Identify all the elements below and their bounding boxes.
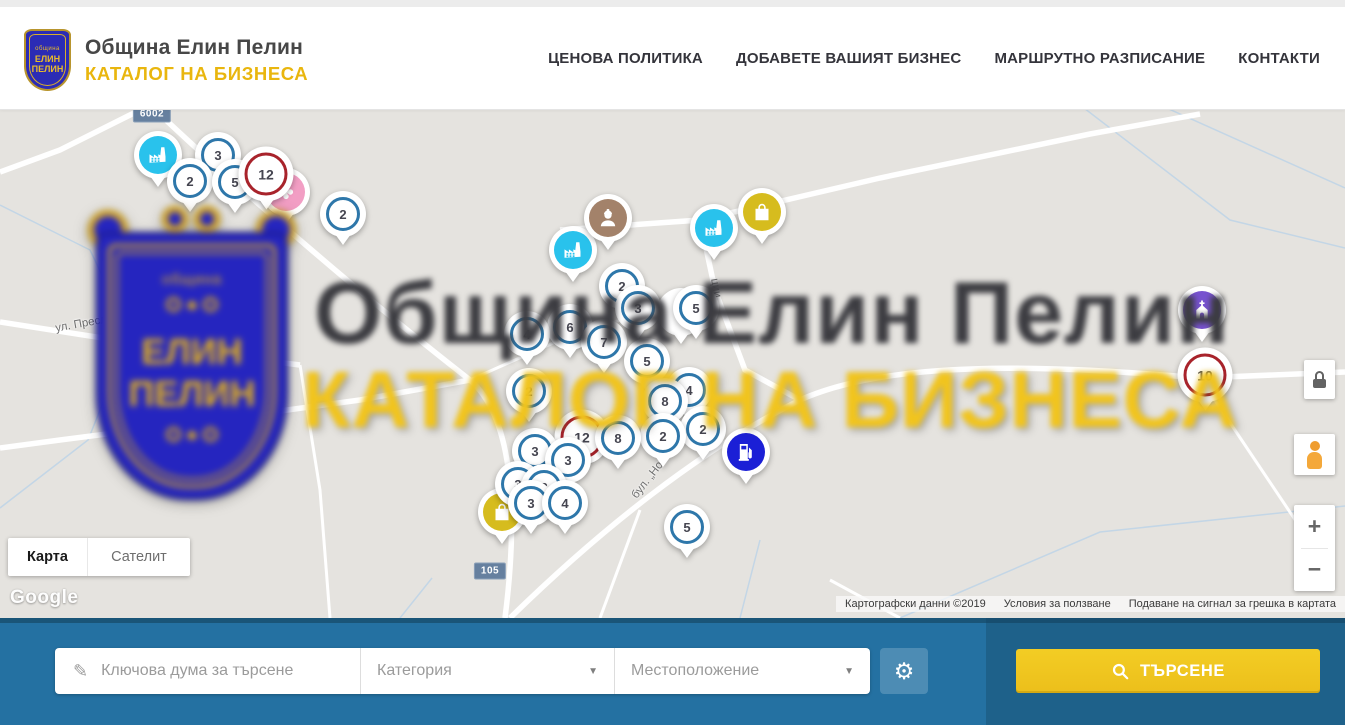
search-bar: ✎ Категория ▼ Местоположение ▼ ⚙ ТЪРСЕНЕ [0,618,1345,725]
location-select-value: Местоположение [631,662,759,680]
fuel-icon [727,433,765,471]
lock-icon [1315,371,1324,379]
map-zoom-control: + − [1294,505,1335,591]
keyword-field-wrap: ✎ [55,648,360,694]
cluster-count: 5 [670,510,704,544]
cluster-count: 2 [173,164,207,198]
pegman-icon [1310,441,1320,451]
attribution-link[interactable]: Подаване на сигнал за грешка в картата [1120,597,1345,611]
cluster-count: 7 [587,325,621,359]
cluster-marker[interactable]: 12 [239,147,294,202]
municipality-crest-icon: община ЕЛИН ПЕЛИН [24,29,71,91]
main-nav: ЦЕНОВА ПОЛИТИКА ДОБАВЕТЕ ВАШИЯТ БИЗНЕС МАР… [548,7,1320,109]
site-logo[interactable]: община ЕЛИН ПЕЛИН Община Елин Пелин КАТА… [24,29,308,91]
category-select-value: Категория [377,662,452,680]
site-header: община ЕЛИН ПЕЛИН Община Елин Пелин КАТА… [0,0,1345,110]
nav-item-add-business[interactable]: ДОБАВЕТЕ ВАШИЯТ БИЗНЕС [736,50,961,67]
cluster-count: 8 [601,421,635,455]
poi-marker-bag[interactable] [738,188,786,236]
cluster-count: 5 [630,344,664,378]
cluster-count: 4 [510,317,544,351]
cluster-marker[interactable]: 4 [542,480,588,526]
poi-marker-factory[interactable] [690,204,738,252]
map-canvas[interactable]: 6002105ул. Преславбул. „Новоселции 32512… [0,110,1345,618]
map-type-satellite-button[interactable]: Сателит [88,538,190,576]
cluster-marker[interactable]: 7 [581,319,627,365]
cluster-marker[interactable]: 8 [595,415,641,461]
zoom-out-button[interactable]: − [1294,549,1335,592]
map-type-control: Карта Сателит [8,538,190,576]
factory-icon [695,209,733,247]
factory-icon [554,231,592,269]
street-view-pegman-button[interactable] [1294,434,1335,475]
search-submit-button[interactable]: ТЪРСЕНЕ [1016,649,1320,693]
zoom-in-button[interactable]: + [1294,505,1335,548]
cluster-marker[interactable]: 2 [506,368,552,414]
category-select[interactable]: Категория ▼ [361,648,614,694]
cluster-count: 12 [245,153,288,196]
map-attribution: Картографски данни ©2019Условия за ползв… [836,596,1345,612]
nav-item-contacts[interactable]: КОНТАКТИ [1238,50,1320,67]
cluster-count: 10 [1184,354,1227,397]
fullscreen-lock-button[interactable] [1304,360,1335,399]
site-title-block: Община Елин Пелин КАТАЛОГ НА БИЗНЕСА [85,36,308,85]
attribution-copyright: Картографски данни ©2019 [836,597,995,611]
cluster-count: 2 [512,374,546,408]
cluster-count: 4 [548,486,582,520]
page: община ЕЛИН ПЕЛИН Община Елин Пелин КАТА… [0,0,1345,725]
advanced-search-gear-button[interactable]: ⚙ [880,648,928,694]
chevron-down-icon: ▼ [588,666,598,677]
poi-marker-fuel[interactable] [722,428,770,476]
gear-icon: ⚙ [894,658,915,685]
cluster-count: 2 [686,412,720,446]
google-logo[interactable]: Google [10,587,78,609]
poi-marker-church[interactable] [1178,286,1226,334]
cluster-marker[interactable]: 3 [615,285,661,331]
location-select[interactable]: Местоположение ▼ [615,648,870,694]
bag-icon [743,193,781,231]
keyword-input[interactable] [101,662,341,680]
chevron-down-icon: ▼ [844,666,854,677]
cluster-marker[interactable]: 5 [664,504,710,550]
pencil-icon: ✎ [73,661,88,682]
cluster-marker[interactable]: 5 [673,285,719,331]
cluster-marker[interactable]: 10 [1178,348,1233,403]
cluster-marker[interactable]: 2 [640,413,686,459]
road-number-badge: 6002 [133,110,171,123]
cluster-marker[interactable]: 2 [320,191,366,237]
cluster-marker[interactable]: 4 [504,311,550,357]
crest-name-line2: ПЕЛИН [32,64,64,74]
cluster-count: 2 [326,197,360,231]
search-button-label: ТЪРСЕНЕ [1140,662,1225,681]
nav-item-route-schedule[interactable]: МАРШРУТНО РАЗПИСАНИЕ [994,50,1205,67]
cluster-marker[interactable]: 2 [680,406,726,452]
map-type-map-button[interactable]: Карта [8,538,88,576]
site-subtitle: КАТАЛОГ НА БИЗНЕСА [85,63,308,85]
site-title: Община Елин Пелин [85,36,308,60]
cluster-count: 5 [679,291,713,325]
cluster-count: 3 [621,291,655,325]
church-icon [1183,291,1221,329]
crest-top-text: община [35,46,60,52]
cluster-marker[interactable]: 2 [167,158,213,204]
poi-marker-worker[interactable] [584,194,632,242]
search-icon [1111,662,1130,681]
attribution-link[interactable]: Условия за ползване [995,597,1120,611]
crest-name-line1: ЕЛИН [35,54,60,64]
worker-icon [589,199,627,237]
search-form: ✎ Категория ▼ Местоположение ▼ [55,648,870,694]
nav-item-pricing[interactable]: ЦЕНОВА ПОЛИТИКА [548,50,703,67]
cluster-count: 2 [646,419,680,453]
road-number-badge: 105 [474,563,506,580]
